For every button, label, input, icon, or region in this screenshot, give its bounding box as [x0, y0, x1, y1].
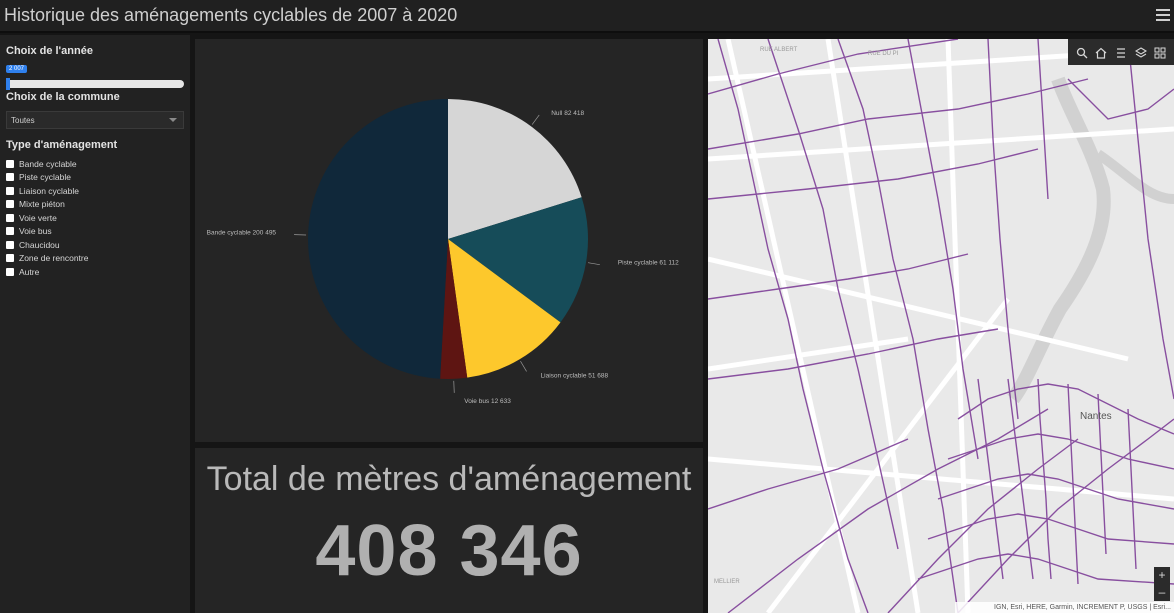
pie-slice-label: Piste cyclable 61 112: [618, 260, 679, 267]
type-checkbox-label: Liaison cyclable: [19, 185, 80, 196]
map-attribution: IGN, Esri, HERE, Garmin, INCREMENT P, US…: [955, 602, 1174, 613]
checkbox[interactable]: [6, 173, 14, 182]
year-slider[interactable]: 2 007: [6, 65, 184, 91]
commune-selected: Toutes: [11, 116, 35, 125]
checkbox[interactable]: [6, 227, 14, 236]
pie-chart-panel: Null 82 418 Piste cyclable 61 112 Liaison …: [195, 39, 703, 442]
home-icon[interactable]: [1095, 46, 1107, 59]
page-title: Historique des aménagements cyclables de…: [4, 5, 458, 25]
chevron-down-icon: [169, 118, 177, 122]
checkbox[interactable]: [6, 254, 14, 263]
commune-select[interactable]: Toutes: [6, 111, 184, 129]
year-slider-thumb[interactable]: [6, 78, 10, 90]
total-panel: Total de mètres d'aménagement 408 346: [195, 448, 703, 613]
sidebar: Choix de l'année 2 007 Choix de la commu…: [0, 35, 190, 613]
checkbox[interactable]: [6, 267, 14, 276]
checkbox[interactable]: [6, 240, 14, 249]
type-checkbox-item[interactable]: Mixte piéton: [0, 198, 190, 212]
app-header: Historique des aménagements cyclables de…: [0, 0, 1174, 33]
search-icon[interactable]: [1076, 46, 1088, 59]
map-canvas[interactable]: [708, 39, 1174, 613]
checkbox[interactable]: [6, 213, 14, 222]
type-checklist: Bande cyclable Piste cyclable Liaison cycl…: [0, 157, 190, 279]
type-checkbox-item[interactable]: Piste cyclable: [0, 171, 190, 185]
total-value: 408 346: [315, 511, 583, 591]
pie-slice-label: Null 82 418: [551, 110, 584, 117]
year-slider-track[interactable]: [6, 80, 184, 88]
zoom-out-button[interactable]: –: [1154, 584, 1170, 601]
checkbox[interactable]: [6, 200, 14, 209]
pie-label-leader: [520, 360, 527, 372]
pie-label-leader: [531, 114, 540, 125]
pie-chart: Null 82 418 Piste cyclable 61 112 Liaison …: [207, 99, 679, 405]
checkbox[interactable]: [6, 186, 14, 195]
basemap-icon[interactable]: [1154, 46, 1166, 59]
layers-icon[interactable]: [1134, 46, 1147, 58]
map-panel[interactable]: RUE ALBERT RUE DU PI MELLIER Nantes + – …: [708, 39, 1174, 613]
map-city-label: Nantes: [1080, 411, 1112, 422]
map-toolbar: [1068, 39, 1174, 65]
type-checkbox-label: Mixte piéton: [19, 199, 65, 210]
type-checkbox-label: Voie verte: [19, 212, 57, 223]
pie-slice-label: Bande cyclable 200 495: [207, 230, 277, 237]
type-checkbox-item[interactable]: Bande cyclable: [0, 157, 190, 171]
list-icon[interactable]: [1115, 46, 1127, 58]
type-checkbox-label: Bande cyclable: [19, 158, 77, 169]
total-label: Total de mètres d'aménagement: [206, 460, 692, 498]
type-checkbox-label: Voie bus: [19, 226, 52, 237]
menu-icon[interactable]: [1156, 6, 1170, 22]
pie-label-leader: [587, 262, 600, 266]
pie-slice[interactable]: [307, 99, 448, 379]
type-checkbox-item[interactable]: Voie verte: [0, 211, 190, 225]
type-checkbox-item[interactable]: Chaucidou: [0, 238, 190, 252]
street-label: RUE ALBERT: [760, 47, 798, 53]
type-checkbox-item[interactable]: Liaison cyclable: [0, 184, 190, 198]
type-checkbox-label: Piste cyclable: [19, 172, 71, 183]
checkbox[interactable]: [6, 159, 14, 168]
type-checkbox-item[interactable]: Zone de rencontre: [0, 252, 190, 266]
type-checkbox-item[interactable]: Voie bus: [0, 225, 190, 239]
pie-slice-label: Liaison cyclable 51 688: [541, 372, 609, 379]
pie-slice-label: Voie bus 12 633: [464, 398, 511, 405]
type-title: Type d'aménagement: [6, 139, 118, 151]
street-label: MELLIER: [714, 579, 740, 585]
type-checkbox-label: Zone de rencontre: [19, 253, 89, 264]
type-checkbox-label: Chaucidou: [19, 239, 60, 250]
year-title: Choix de l'année: [6, 45, 93, 57]
type-checkbox-item[interactable]: Autre: [0, 265, 190, 279]
year-value-bubble: 2 007: [6, 65, 28, 73]
type-checkbox-label: Autre: [19, 266, 40, 277]
commune-title: Choix de la commune: [6, 91, 120, 103]
zoom-in-button[interactable]: +: [1154, 567, 1170, 584]
zoom-control: + –: [1154, 567, 1170, 601]
street-label: RUE DU PI: [868, 51, 899, 57]
